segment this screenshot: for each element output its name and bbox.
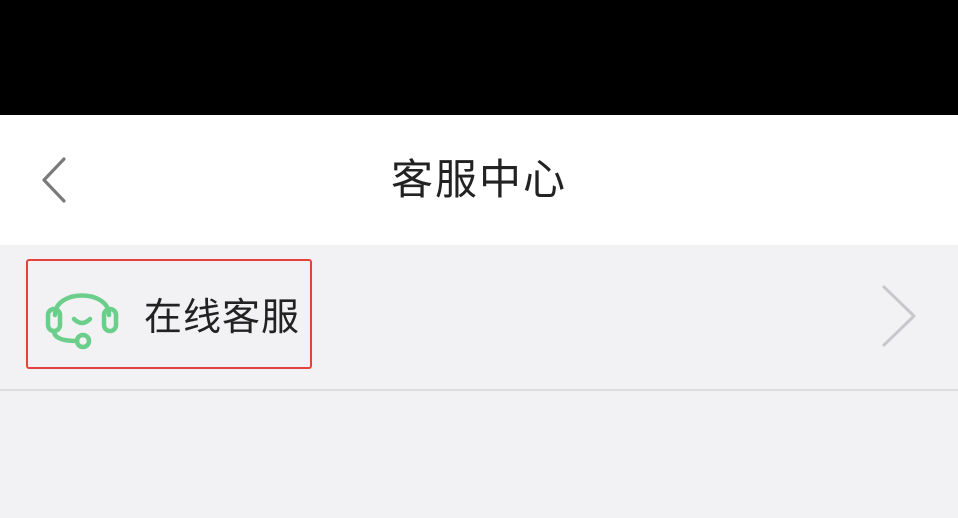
chevron-left-icon (42, 157, 66, 203)
chevron-right-icon (882, 285, 916, 347)
headset-icon (45, 293, 119, 350)
navigation-bar: 客服中心 (0, 115, 958, 245)
status-bar (0, 0, 958, 115)
list-item-online-service[interactable]: 在线客服 (0, 245, 958, 389)
page-title: 客服中心 (390, 155, 567, 204)
back-button[interactable] (30, 153, 80, 207)
row-divider (0, 389, 958, 391)
menu-list: 在线客服 (0, 245, 958, 518)
list-item-label: 在线客服 (144, 295, 301, 339)
